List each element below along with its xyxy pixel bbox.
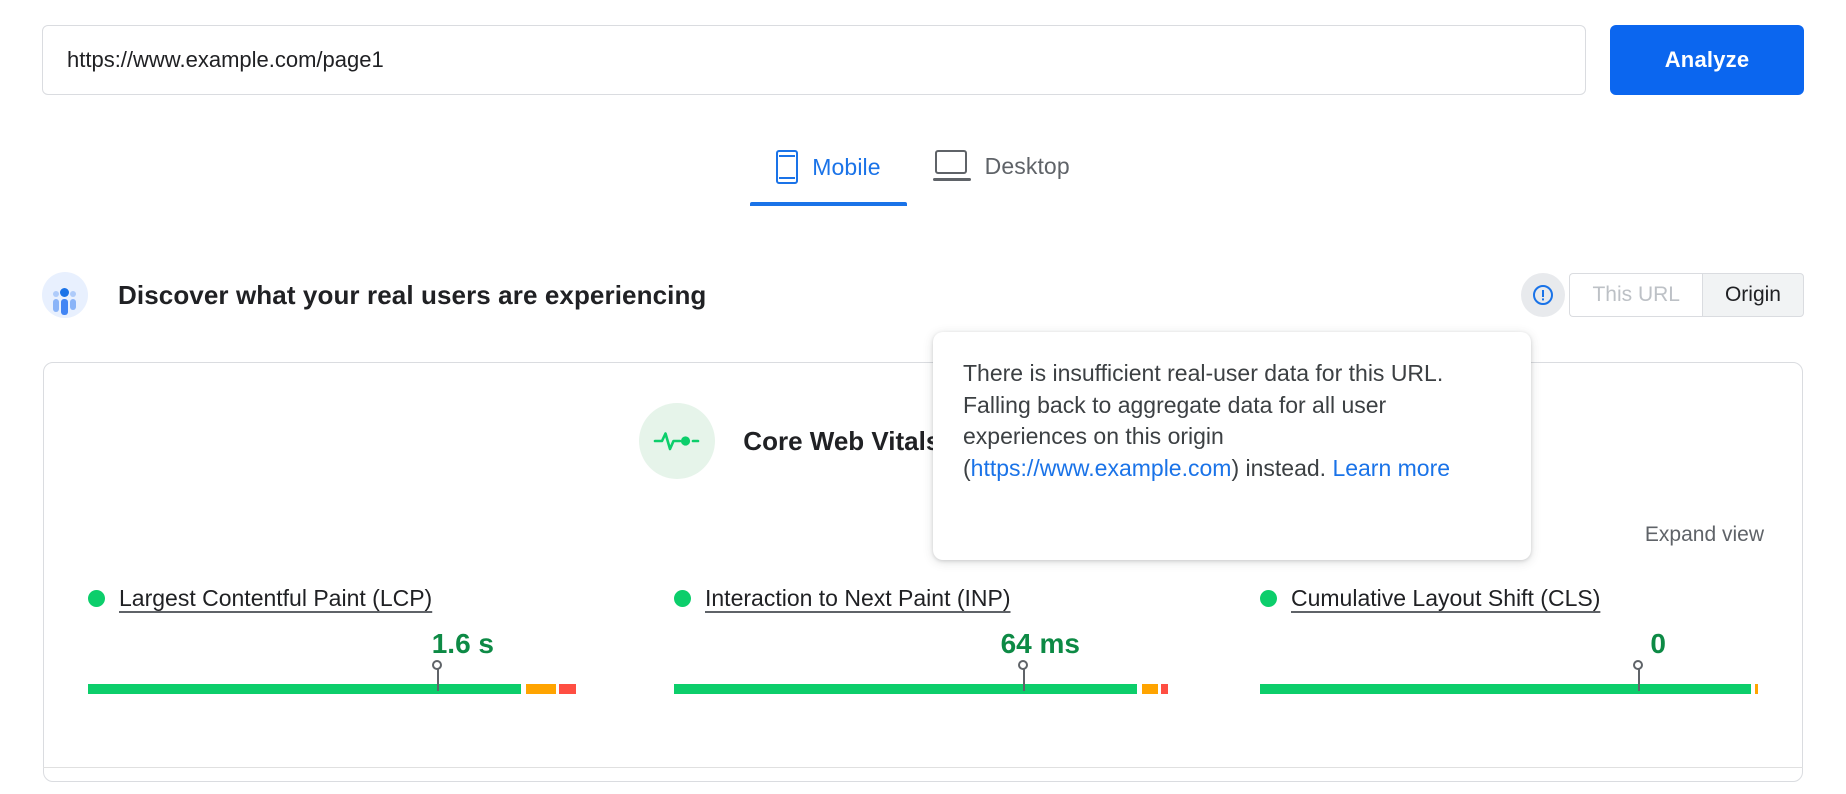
bar-segment-needs-improvement [526,684,557,694]
tooltip-learn-more-link[interactable]: Learn more [1332,455,1450,481]
metric-lcp: Largest Contentful Paint (LCP) 1.6 s [44,585,630,694]
form-factor-tabs: Mobile Desktop [0,140,1846,206]
metric-cls-bar [1260,660,1758,694]
field-data-header: Discover what your real users are experi… [42,268,1804,322]
metric-lcp-label[interactable]: Largest Contentful Paint (LCP) [119,585,432,612]
url-input[interactable] [42,25,1586,95]
metric-cls: Cumulative Layout Shift (CLS) 0 [1216,585,1802,694]
expand-view-button[interactable]: Expand view [1645,523,1764,547]
insufficient-data-tooltip: There is insufficient real-user data for… [933,332,1531,560]
bar-segment-needs-improvement [1754,684,1758,694]
page-title: Discover what your real users are experi… [118,279,707,310]
psi-report-page: Analyze Mobile Desktop Discover what you… [0,0,1846,794]
metric-inp: Interaction to Next Paint (INP) 64 ms [630,585,1216,694]
bar-segment-poor [1161,684,1168,694]
status-dot-good [674,590,691,607]
bar-segment-needs-improvement [1142,684,1159,694]
desktop-icon [932,150,971,182]
crux-users-icon [42,272,88,318]
bar-segment-poor [559,684,576,694]
core-web-vitals-card: Core Web Vitals Assessment: Passed Expan… [43,362,1803,782]
metric-cls-head: Cumulative Layout Shift (CLS) [1260,585,1758,612]
scope-this-url-button[interactable]: This URL [1569,273,1702,317]
tab-desktop[interactable]: Desktop [907,140,1096,204]
metric-lcp-head: Largest Contentful Paint (LCP) [88,585,586,612]
tooltip-origin-link[interactable]: https://www.example.com [971,455,1232,481]
metric-inp-head: Interaction to Next Paint (INP) [674,585,1172,612]
bar-segment-good [674,684,1138,694]
metric-inp-label[interactable]: Interaction to Next Paint (INP) [705,585,1011,612]
tab-mobile-label: Mobile [812,153,881,180]
tab-active-underline [750,202,907,206]
assessment-header: Core Web Vitals Assessment: Passed [44,403,1802,479]
scope-origin-button[interactable]: Origin [1701,273,1804,317]
bar-segment-good [88,684,522,694]
analyze-button[interactable]: Analyze [1610,25,1804,95]
metric-lcp-bar [88,660,586,694]
metric-lcp-value: 1.6 s [431,628,494,659]
status-dot-good [88,590,105,607]
tab-mobile[interactable]: Mobile [750,140,907,206]
tab-desktop-label: Desktop [984,152,1070,179]
status-dot-good [1260,590,1277,607]
pulse-heartbeat-icon [639,403,716,479]
metric-inp-value: 64 ms [1000,628,1080,659]
url-entry-row: Analyze [42,25,1804,95]
tooltip-text-after: ) instead. [1231,455,1333,482]
bar-segment-good [1260,684,1752,694]
scope-toggle-group: This URL Origin [1521,273,1804,317]
info-circle-icon[interactable] [1521,273,1566,317]
mobile-icon [776,150,799,184]
metric-cls-value: 0 [1650,628,1666,659]
card-divider [43,767,1803,768]
metrics-row: Largest Contentful Paint (LCP) 1.6 s Int… [44,585,1802,694]
metric-inp-bar [674,660,1172,694]
metric-cls-label[interactable]: Cumulative Layout Shift (CLS) [1291,585,1600,612]
